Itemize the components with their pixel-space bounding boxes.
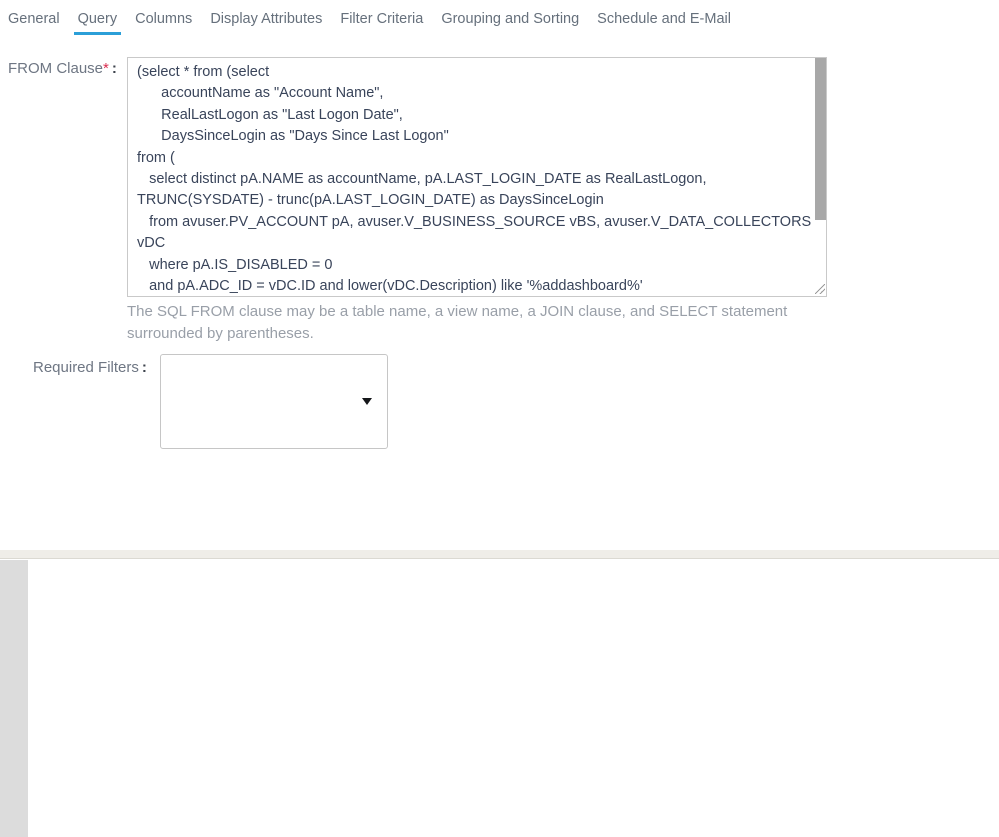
required-filters-colon: : [139,359,147,376]
section-divider [0,550,999,559]
tab-bar: General Query Columns Display Attributes Fil… [8,11,731,39]
from-clause-textarea[interactable]: (select * from (select accountName as "A… [127,57,827,297]
required-filters-select[interactable] [160,354,388,449]
required-marker: * [103,60,109,77]
dropdown-arrow-icon[interactable] [362,398,372,405]
required-filters-label-text: Required Filters [33,359,139,376]
required-filters-label: Required Filters: [33,359,147,376]
tab-query[interactable]: Query [78,11,118,39]
tab-columns[interactable]: Columns [135,11,192,39]
tab-general[interactable]: General [8,11,60,39]
from-clause-help-text: The SQL FROM clause may be a table name,… [127,301,795,345]
from-clause-label: FROM Clause*: [8,60,117,77]
page: General Query Columns Display Attributes Fil… [0,0,999,837]
from-clause-colon: : [109,60,117,77]
tab-grouping-and-sorting[interactable]: Grouping and Sorting [441,11,579,39]
from-clause-label-text: FROM Clause [8,60,103,77]
from-clause-field: (select * from (select accountName as "A… [127,57,827,297]
left-gutter-strip [0,560,28,837]
report-preview-panel: Active AD Accounts - Days Since Last Log… [0,560,999,837]
tab-schedule-and-e-mail[interactable]: Schedule and E-Mail [597,11,731,39]
tab-display-attributes[interactable]: Display Attributes [210,11,322,39]
tab-filter-criteria[interactable]: Filter Criteria [340,11,423,39]
